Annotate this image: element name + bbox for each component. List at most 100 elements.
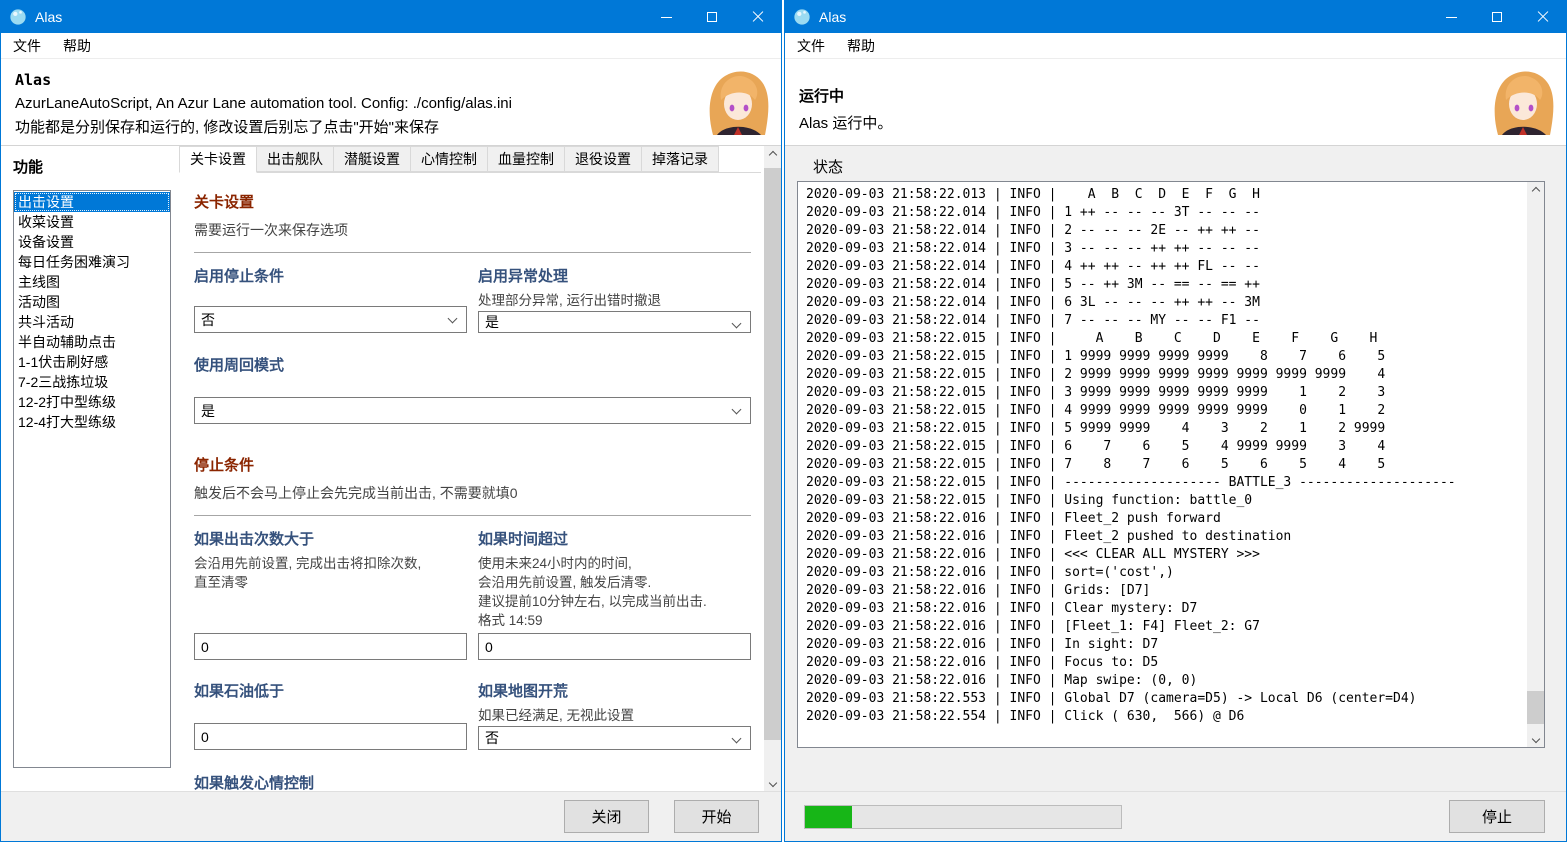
field-label-if-map: 如果地图开荒	[478, 683, 569, 700]
sidebar-item[interactable]: 共斗活动	[14, 312, 170, 332]
sidebar-item[interactable]: 出击设置	[14, 192, 170, 212]
log-line: 2020-09-03 21:58:22.554 | INFO | Click (…	[806, 709, 1245, 724]
sidebar-heading: 功能	[13, 159, 44, 176]
loop-mode-select[interactable]: 是	[194, 397, 751, 424]
log-line: 2020-09-03 21:58:22.016 | INFO | Map swi…	[806, 673, 1198, 688]
log-scrollbar[interactable]	[1527, 182, 1544, 747]
section-desc-stop: 触发后不会马上停止会先完成当前出击, 不需要就填0	[194, 485, 518, 501]
tab[interactable]: 心情控制	[411, 146, 488, 172]
app-name: Alas	[15, 71, 52, 89]
log-line: 2020-09-03 21:58:22.553 | INFO | Global …	[806, 691, 1417, 706]
if-count-input[interactable]	[194, 633, 467, 660]
start-button[interactable]: 开始	[674, 800, 759, 833]
sidebar-item[interactable]: 设备设置	[14, 232, 170, 252]
sidebar-item[interactable]: 1-1伏击刷好感	[14, 352, 170, 372]
left-footer: 关闭 开始	[1, 791, 781, 841]
scroll-down-arrow[interactable]	[764, 774, 781, 791]
log-line: 2020-09-03 21:58:22.014 | INFO | 5 -- ++…	[806, 277, 1260, 292]
menu-help[interactable]: 帮助	[63, 36, 91, 56]
minimize-button[interactable]	[1428, 1, 1474, 33]
alas-logo-icon	[794, 9, 810, 25]
enable-exception-select[interactable]: 是	[478, 310, 751, 333]
stop-button[interactable]: 停止	[1449, 800, 1545, 833]
maximize-icon	[707, 12, 717, 22]
log-line: 2020-09-03 21:58:22.014 | INFO | 1 ++ --…	[806, 205, 1260, 220]
field-label-enable-exception: 启用异常处理	[478, 268, 569, 285]
tab[interactable]: 血量控制	[488, 146, 565, 172]
loop-mode-value: 是	[201, 402, 215, 419]
tab[interactable]: 掉落记录	[642, 146, 719, 172]
content-scrollbar[interactable]	[764, 146, 781, 791]
chevron-down-icon	[731, 733, 742, 744]
enable-stop-select[interactable]: 否	[194, 306, 467, 333]
enable-stop-value: 否	[201, 311, 215, 328]
close-icon	[1537, 11, 1549, 23]
field-label-if-emotion: 如果触发心情控制	[194, 775, 315, 791]
maximize-button[interactable]	[689, 1, 735, 33]
field-desc-enable-exception: 处理部分异常, 运行出错时撤退	[478, 293, 662, 308]
scrollbar-thumb[interactable]	[1527, 691, 1544, 724]
window-title: Alas	[819, 9, 847, 25]
log-line: 2020-09-03 21:58:22.015 | INFO | 6 7 6 5…	[806, 439, 1386, 454]
tab[interactable]: 关卡设置	[179, 146, 257, 173]
tab[interactable]: 潜艇设置	[334, 146, 411, 172]
divider	[194, 515, 751, 516]
close-button[interactable]	[1520, 1, 1566, 33]
right-footer: 停止	[785, 791, 1566, 841]
log-line: 2020-09-03 21:58:22.015 | INFO | -------…	[806, 475, 1456, 490]
maximize-button[interactable]	[1474, 1, 1520, 33]
close-button[interactable]	[735, 1, 781, 33]
section-title: 关卡设置	[194, 194, 255, 211]
if-map-select[interactable]: 否	[478, 725, 751, 750]
scroll-up-arrow[interactable]	[1527, 182, 1544, 199]
section-desc: 需要运行一次来保存选项	[194, 222, 348, 238]
app-subtitle: AzurLaneAutoScript, An Azur Lane automat…	[15, 95, 512, 112]
sidebar-item[interactable]: 活动图	[14, 292, 170, 312]
log-line: 2020-09-03 21:58:22.015 | INFO | 4 9999 …	[806, 403, 1386, 418]
sidebar-item[interactable]: 12-2打中型练级	[14, 392, 170, 412]
log-line: 2020-09-03 21:58:22.016 | INFO | <<< CLE…	[806, 547, 1260, 562]
title-bar: Alas	[1, 1, 781, 33]
app-header: Alas AzurLaneAutoScript, An Azur Lane au…	[1, 59, 781, 146]
log-line: 2020-09-03 21:58:22.014 | INFO | 2 -- --…	[806, 223, 1260, 238]
scroll-down-arrow[interactable]	[1527, 730, 1544, 747]
menu-file[interactable]: 文件	[13, 36, 41, 56]
tab[interactable]: 退役设置	[565, 146, 642, 172]
menu-file[interactable]: 文件	[797, 36, 825, 56]
scroll-up-arrow[interactable]	[764, 146, 781, 163]
log-line: 2020-09-03 21:58:22.015 | INFO | 7 8 7 6…	[806, 457, 1386, 472]
if-time-input[interactable]	[478, 633, 751, 660]
field-desc-if-time: 使用未来24小时内的时间, 会沿用先前设置, 触发后清零. 建议提前10分钟左右…	[478, 556, 707, 628]
app-note: 功能都是分别保存和运行的, 修改设置后别忘了点击"开始"来保存	[15, 119, 439, 136]
minimize-icon	[1445, 16, 1457, 18]
chevron-down-icon	[447, 313, 458, 324]
sidebar-item[interactable]: 7-2三战拣垃圾	[14, 372, 170, 392]
scrollbar-thumb[interactable]	[764, 168, 781, 740]
menu-bar: 文件 帮助	[785, 33, 1566, 59]
sidebar-item[interactable]: 主线图	[14, 272, 170, 292]
alas-logo-icon	[10, 9, 26, 25]
settings-form: 关卡设置 需要运行一次来保存选项 启用停止条件 否 启用异常处理 处理部分异常,…	[179, 173, 761, 791]
sidebar-item[interactable]: 12-4打大型练级	[14, 412, 170, 432]
if-oil-input[interactable]	[194, 723, 467, 750]
sidebar-item[interactable]: 半自动辅助点击	[14, 332, 170, 352]
sidebar-item[interactable]: 收菜设置	[14, 212, 170, 232]
chevron-down-icon	[731, 404, 742, 415]
log-line: 2020-09-03 21:58:22.015 | INFO | Using f…	[806, 493, 1253, 508]
minimize-button[interactable]	[643, 1, 689, 33]
field-label-if-count: 如果出击次数大于	[194, 531, 315, 548]
app-header: 运行中 Alas 运行中。	[785, 59, 1566, 146]
title-bar: Alas	[785, 1, 1566, 33]
close-window-button[interactable]: 关闭	[564, 800, 649, 833]
log-line: 2020-09-03 21:58:22.015 | INFO | 3 9999 …	[806, 385, 1386, 400]
divider	[194, 252, 751, 253]
menu-help[interactable]: 帮助	[847, 36, 875, 56]
log-line: 2020-09-03 21:58:22.016 | INFO | Grids: …	[806, 583, 1151, 598]
minimize-icon	[660, 16, 672, 18]
sidebar-item[interactable]: 每日任务困难演习	[14, 252, 170, 272]
run-status-text: Alas 运行中。	[799, 115, 893, 132]
tab[interactable]: 出击舰队	[257, 146, 334, 172]
log-line: 2020-09-03 21:58:22.013 | INFO | A B C D…	[806, 187, 1260, 202]
log-line: 2020-09-03 21:58:22.015 | INFO | 1 9999 …	[806, 349, 1386, 364]
log-line: 2020-09-03 21:58:22.014 | INFO | 3 -- --…	[806, 241, 1260, 256]
